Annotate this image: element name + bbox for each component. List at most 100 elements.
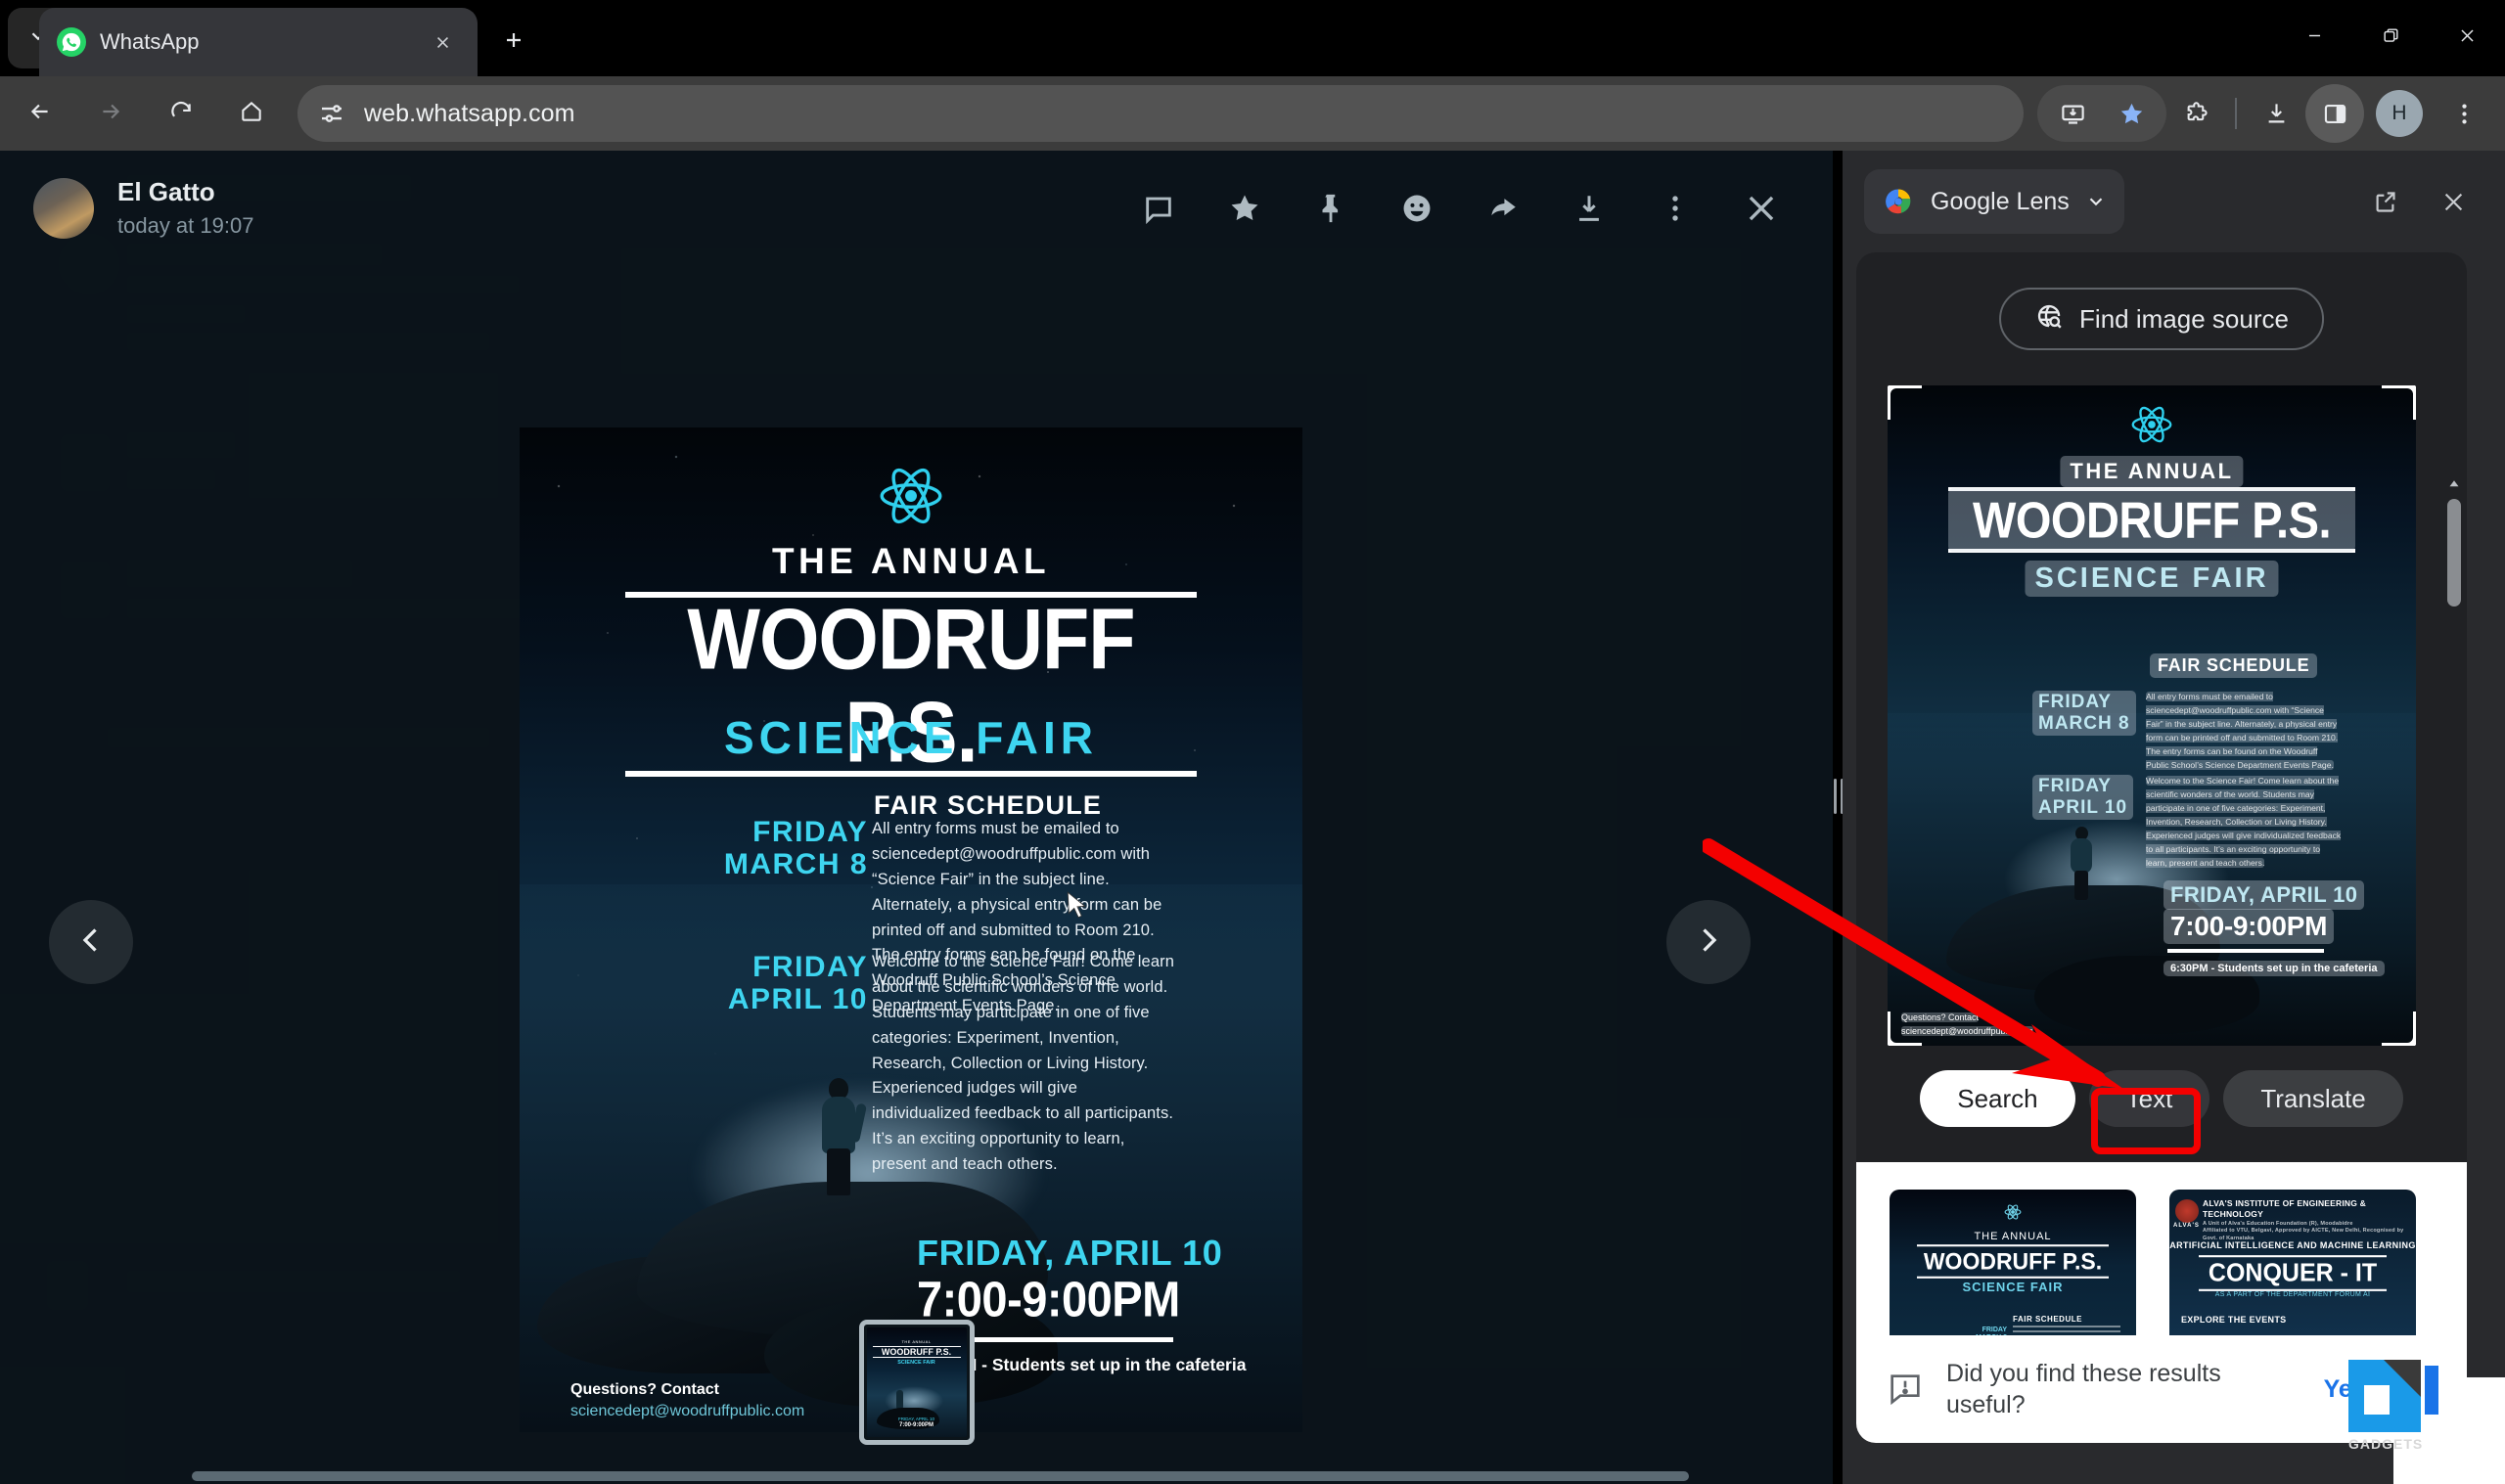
lens-text-schedule-title[interactable]: FAIR SCHEDULE [2150, 653, 2318, 678]
chevron-left-icon [73, 922, 109, 963]
tab-title: WhatsApp [100, 29, 200, 54]
lens-text-day2[interactable]: FRIDAY APRIL 10 [2032, 775, 2134, 820]
lens-text-day1[interactable]: FRIDAY MARCH 8 [2032, 691, 2136, 736]
screen: WhatsApp web.whatsapp.com H El Gatto tod… [0, 0, 2505, 1484]
previous-media-button[interactable] [49, 900, 133, 984]
atom-icon [2130, 403, 2173, 446]
three-dot-menu-icon[interactable] [2435, 84, 2493, 143]
feedback-icon [1886, 1370, 1925, 1409]
toolbar-actions: H [2037, 84, 2505, 143]
result-institute: ALVA'S INSTITUTE OF ENGINEERING & TECHNO… [2203, 1198, 2408, 1242]
thumb-school: WOODRUFF P.S. [872, 1346, 961, 1358]
annotation-arrow [1703, 838, 2123, 1089]
home-button[interactable] [221, 83, 282, 144]
lens-text-day1-line1: FRIDAY [2038, 692, 2112, 712]
lens-text-setup-note[interactable]: 6:30PM - Students set up in the cafeteri… [2163, 961, 2385, 976]
new-tab-button[interactable] [489, 18, 538, 67]
result-cta-1: EXPLORE THE EVENTS [2181, 1315, 2287, 1325]
tab-close-button[interactable] [425, 24, 460, 60]
message-timestamp: today at 19:07 [117, 212, 254, 238]
reply-icon[interactable] [1120, 170, 1197, 247]
media-viewer-overlay: El Gatto today at 19:07 THE ANNUAL WOODR… [0, 151, 1833, 1484]
lens-text-main-date[interactable]: FRIDAY, APRIL 10 [2163, 880, 2365, 910]
thumb-the-annual: THE ANNUAL [901, 1339, 932, 1344]
pin-icon[interactable] [1293, 170, 1369, 247]
media-image-poster[interactable]: THE ANNUAL WOODRUFF P.S. SCIENCE FAIR FA… [520, 427, 1302, 1432]
result-day-line1: FRIDAY [1981, 1327, 2007, 1333]
atom-icon [878, 463, 944, 529]
web-page-whatsapp: El Gatto today at 19:07 THE ANNUAL WOODR… [0, 151, 1833, 1484]
window-close-button[interactable] [2429, 0, 2505, 76]
forward-icon[interactable] [1465, 170, 1541, 247]
horizontal-scrollbar[interactable] [192, 1471, 1689, 1481]
lens-text-the-annual[interactable]: THE ANNUAL [2060, 456, 2244, 487]
result-the-annual: THE ANNUAL [1974, 1231, 2052, 1242]
sender-name: El Gatto [117, 177, 215, 207]
poster-main-date: FRIDAY, APRIL 10 [917, 1233, 1223, 1273]
lens-mode-translate[interactable]: Translate [2223, 1070, 2403, 1127]
result-event: SCIENCE FAIR [1962, 1280, 2064, 1294]
media-viewer-actions [1120, 170, 1799, 247]
poster-day1-line2: MARCH 8 [723, 848, 868, 880]
bookmark-star-icon[interactable] [2102, 84, 2161, 143]
poster-day2-text: Welcome to the Science Fair! Come learn … [872, 953, 1174, 1174]
result-logo-label: ALVA'S [2173, 1223, 2200, 1229]
window-maximize-button[interactable] [2352, 0, 2429, 76]
back-button[interactable] [10, 83, 70, 144]
lens-text-day1-line2: MARCH 8 [2038, 712, 2130, 734]
profile-avatar[interactable]: H [2376, 90, 2423, 137]
side-panel-header: Google Lens [1843, 151, 2505, 252]
open-in-new-icon[interactable] [2354, 171, 2415, 232]
install-app-icon[interactable] [2043, 84, 2102, 143]
tune-icon[interactable] [317, 99, 346, 128]
lens-panel-selector[interactable]: Google Lens [1864, 169, 2124, 234]
browser-tab-whatsapp[interactable]: WhatsApp [39, 8, 478, 76]
poster-day2-line1: FRIDAY [752, 951, 868, 983]
feedback-question: Did you find these results useful? [1946, 1359, 2221, 1419]
side-panel-icon[interactable] [2305, 84, 2364, 143]
close-icon [2458, 26, 2477, 50]
result-institute-sub: A Unit of Alva's Education Foundation (R… [2203, 1220, 2353, 1227]
restore-icon [2382, 26, 2400, 50]
forward-button[interactable] [80, 83, 141, 144]
lens-text-school[interactable]: WOODRUFF P.S. [1948, 488, 2355, 552]
chevron-down-icon[interactable] [2085, 191, 2107, 212]
find-image-source-button[interactable]: Find image source [1999, 288, 2324, 350]
window-minimize-button[interactable] [2276, 0, 2352, 76]
side-panel-scrollbar[interactable] [2447, 499, 2461, 607]
home-icon [239, 99, 264, 129]
person-silhouette-decoration [818, 1078, 868, 1195]
mouse-cursor [1065, 890, 1090, 923]
media-thumbnail-selected[interactable]: THE ANNUAL WOODRUFF P.S. SCIENCE FAIR FR… [858, 1320, 975, 1445]
result-subline: AS A PART OF THE DEPARTMENT FORUM AI [2214, 1291, 2371, 1298]
result-headline: CONQUER - IT [2199, 1255, 2387, 1291]
thumb-main-date: FRIDAY, APRIL 10 [898, 1417, 934, 1421]
toolbar-divider [2235, 98, 2237, 129]
close-icon[interactable] [2423, 171, 2483, 232]
poster-day1: FRIDAY MARCH 8 [688, 816, 868, 880]
close-icon[interactable] [1723, 170, 1799, 247]
result-schedule-title: FAIR SCHEDULE [2013, 1315, 2082, 1324]
avatar [33, 178, 94, 239]
react-emoji-icon[interactable] [1379, 170, 1455, 247]
browser-toolbar: web.whatsapp.com H [0, 76, 2505, 151]
window-controls [2276, 0, 2505, 76]
download-icon[interactable] [1551, 170, 1627, 247]
star-icon[interactable] [1207, 170, 1283, 247]
selection-corner [2382, 385, 2416, 420]
selection-corner [2382, 1012, 2416, 1046]
whatsapp-icon [57, 27, 86, 57]
extensions-puzzle-icon[interactable] [2166, 84, 2225, 143]
side-panel-title: Google Lens [1931, 187, 2070, 215]
thumb-main-time: 7:00-9:00PM [898, 1422, 934, 1428]
lens-text-day1-paragraph[interactable]: All entry forms must be emailed to scien… [2146, 691, 2342, 773]
poster-day2: FRIDAY APRIL 10 [688, 951, 868, 1015]
more-menu-icon[interactable] [1637, 170, 1713, 247]
address-bar[interactable]: web.whatsapp.com [297, 85, 2024, 142]
arrow-right-icon [98, 99, 123, 129]
downloads-icon[interactable] [2247, 84, 2305, 143]
reload-button[interactable] [151, 83, 211, 144]
scroll-up-arrow-icon[interactable] [2445, 475, 2463, 493]
lens-text-event[interactable]: SCIENCE FAIR [2025, 561, 2279, 597]
result-institute-name: ALVA'S INSTITUTE OF ENGINEERING & TECHNO… [2203, 1198, 2366, 1220]
